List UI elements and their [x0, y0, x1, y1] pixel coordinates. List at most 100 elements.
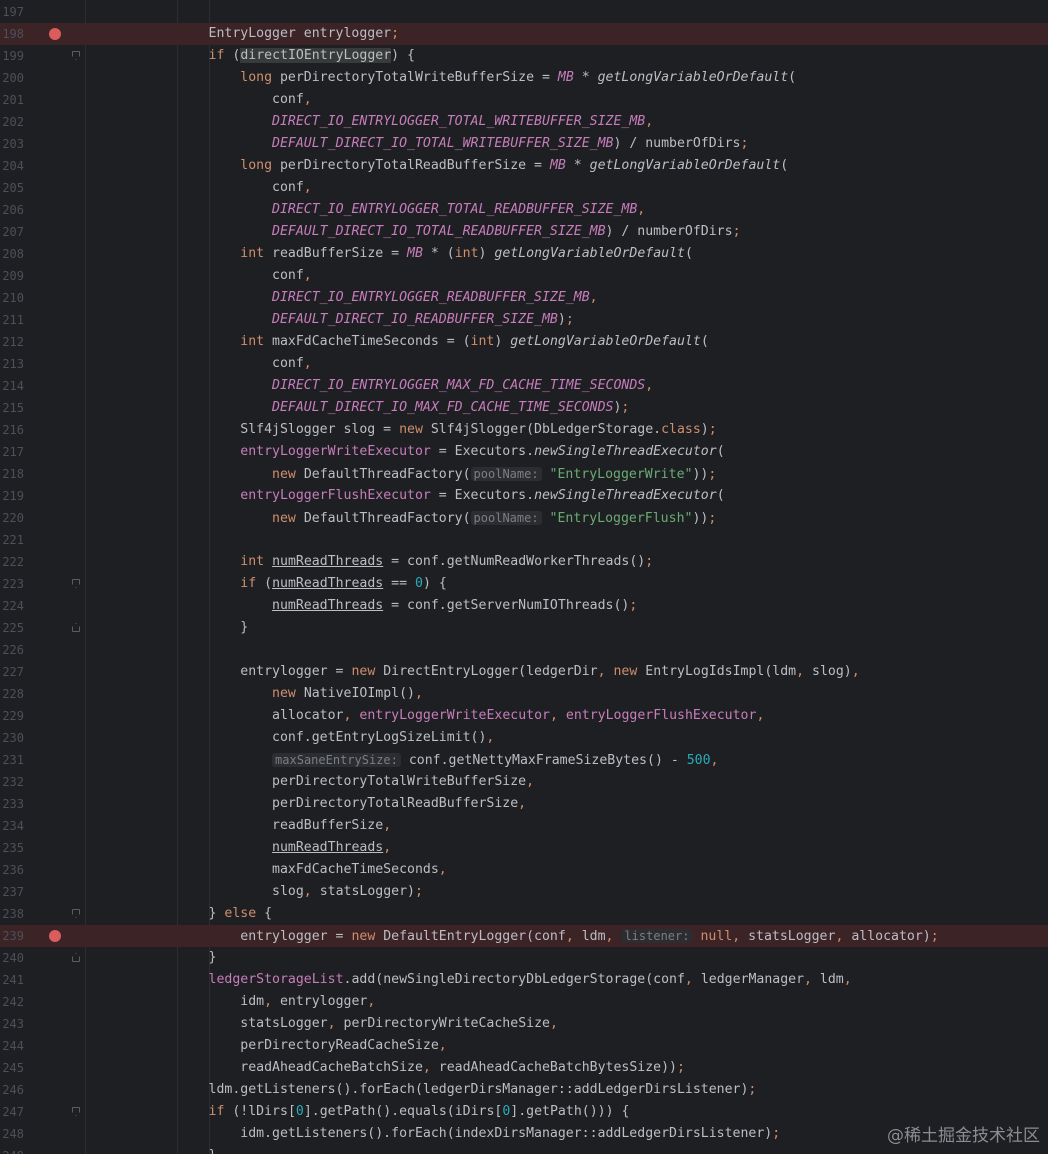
- code-line[interactable]: 198 EntryLogger entrylogger;: [0, 23, 1048, 45]
- code-line[interactable]: 239 entrylogger = new DefaultEntryLogger…: [0, 925, 1048, 947]
- code-text[interactable]: entrylogger = new DirectEntryLogger(ledg…: [145, 661, 859, 683]
- code-line[interactable]: 225 }: [0, 617, 1048, 639]
- code-text[interactable]: DEFAULT_DIRECT_IO_TOTAL_READBUFFER_SIZE_…: [145, 221, 740, 243]
- code-line[interactable]: 236 maxFdCacheTimeSeconds,: [0, 859, 1048, 881]
- line-number[interactable]: 249: [0, 1145, 24, 1154]
- code-text[interactable]: DIRECT_IO_ENTRYLOGGER_TOTAL_WRITEBUFFER_…: [145, 111, 653, 133]
- line-number[interactable]: 230: [0, 727, 24, 749]
- code-line[interactable]: 215 DEFAULT_DIRECT_IO_MAX_FD_CACHE_TIME_…: [0, 397, 1048, 419]
- line-number[interactable]: 243: [0, 1013, 24, 1035]
- line-number[interactable]: 234: [0, 815, 24, 837]
- line-number[interactable]: 202: [0, 111, 24, 133]
- line-number[interactable]: 199: [0, 45, 24, 67]
- line-number[interactable]: 241: [0, 969, 24, 991]
- code-line[interactable]: 230 conf.getEntryLogSizeLimit(),: [0, 727, 1048, 749]
- code-line[interactable]: 204 long perDirectoryTotalReadBufferSize…: [0, 155, 1048, 177]
- line-number[interactable]: 220: [0, 507, 24, 529]
- code-text[interactable]: perDirectoryTotalReadBufferSize,: [145, 793, 526, 815]
- code-text[interactable]: slog, statsLogger);: [145, 881, 423, 903]
- code-line[interactable]: 242 idm, entrylogger,: [0, 991, 1048, 1013]
- code-line[interactable]: 206 DIRECT_IO_ENTRYLOGGER_TOTAL_READBUFF…: [0, 199, 1048, 221]
- line-number[interactable]: 201: [0, 89, 24, 111]
- code-text[interactable]: }: [145, 1145, 217, 1154]
- code-line[interactable]: 207 DEFAULT_DIRECT_IO_TOTAL_READBUFFER_S…: [0, 221, 1048, 243]
- line-number[interactable]: 239: [0, 925, 24, 947]
- code-line[interactable]: 208 int readBufferSize = MB * (int) getL…: [0, 243, 1048, 265]
- line-number[interactable]: 240: [0, 947, 24, 969]
- code-line[interactable]: 201 conf,: [0, 89, 1048, 111]
- code-text[interactable]: numReadThreads,: [145, 837, 391, 859]
- code-text[interactable]: numReadThreads = conf.getServerNumIOThre…: [145, 595, 637, 617]
- code-text[interactable]: if (!lDirs[0].getPath().equals(iDirs[0].…: [145, 1101, 630, 1123]
- line-number[interactable]: 214: [0, 375, 24, 397]
- code-text[interactable]: new DefaultThreadFactory(poolName: "Entr…: [145, 463, 716, 485]
- code-text[interactable]: statsLogger, perDirectoryWriteCacheSize,: [145, 1013, 558, 1035]
- code-text[interactable]: allocator, entryLoggerWriteExecutor, ent…: [145, 705, 764, 727]
- line-number[interactable]: 247: [0, 1101, 24, 1123]
- code-text[interactable]: int numReadThreads = conf.getNumReadWork…: [145, 551, 653, 573]
- code-line[interactable]: 226: [0, 639, 1048, 661]
- line-number[interactable]: 206: [0, 199, 24, 221]
- code-text[interactable]: perDirectoryReadCacheSize,: [145, 1035, 446, 1057]
- code-line[interactable]: 231 maxSaneEntrySize: conf.getNettyMaxFr…: [0, 749, 1048, 771]
- code-text[interactable]: DIRECT_IO_ENTRYLOGGER_MAX_FD_CACHE_TIME_…: [145, 375, 653, 397]
- code-text[interactable]: EntryLogger entrylogger;: [145, 23, 400, 45]
- line-number[interactable]: 242: [0, 991, 24, 1013]
- line-number[interactable]: 223: [0, 573, 24, 595]
- code-line[interactable]: 240 }: [0, 947, 1048, 969]
- code-text[interactable]: if (numReadThreads == 0) {: [145, 573, 446, 595]
- code-line[interactable]: 249 }: [0, 1145, 1048, 1154]
- code-line[interactable]: 233 perDirectoryTotalReadBufferSize,: [0, 793, 1048, 815]
- line-number[interactable]: 228: [0, 683, 24, 705]
- code-text[interactable]: idm, entrylogger,: [145, 991, 375, 1013]
- code-text[interactable]: entryLoggerWriteExecutor = Executors.new…: [145, 441, 724, 463]
- code-line[interactable]: 199 if (directIOEntryLogger) {: [0, 45, 1048, 67]
- code-line[interactable]: 211 DEFAULT_DIRECT_IO_READBUFFER_SIZE_MB…: [0, 309, 1048, 331]
- line-number[interactable]: 218: [0, 463, 24, 485]
- code-text[interactable]: new NativeIOImpl(),: [145, 683, 423, 705]
- line-number[interactable]: 210: [0, 287, 24, 309]
- code-line[interactable]: 197: [0, 1, 1048, 23]
- code-text[interactable]: maxSaneEntrySize: conf.getNettyMaxFrameS…: [145, 749, 718, 771]
- line-number[interactable]: 224: [0, 595, 24, 617]
- code-line[interactable]: 237 slog, statsLogger);: [0, 881, 1048, 903]
- line-number[interactable]: 244: [0, 1035, 24, 1057]
- line-number[interactable]: 237: [0, 881, 24, 903]
- code-text[interactable]: ledgerStorageList.add(newSingleDirectory…: [145, 969, 852, 991]
- line-number[interactable]: 219: [0, 485, 24, 507]
- breakpoint-icon[interactable]: [49, 930, 61, 942]
- code-text[interactable]: readBufferSize,: [145, 815, 391, 837]
- line-number[interactable]: 208: [0, 243, 24, 265]
- line-number[interactable]: 207: [0, 221, 24, 243]
- code-text[interactable]: DEFAULT_DIRECT_IO_READBUFFER_SIZE_MB);: [145, 309, 574, 331]
- code-text[interactable]: perDirectoryTotalWriteBufferSize,: [145, 771, 534, 793]
- code-text[interactable]: } else {: [145, 903, 273, 925]
- code-line[interactable]: 210 DIRECT_IO_ENTRYLOGGER_READBUFFER_SIZ…: [0, 287, 1048, 309]
- code-line[interactable]: 228 new NativeIOImpl(),: [0, 683, 1048, 705]
- code-line[interactable]: 238 } else {: [0, 903, 1048, 925]
- line-number[interactable]: 226: [0, 639, 24, 661]
- code-text[interactable]: int maxFdCacheTimeSeconds = (int) getLon…: [145, 331, 709, 353]
- code-line[interactable]: 217 entryLoggerWriteExecutor = Executors…: [0, 441, 1048, 463]
- code-line[interactable]: 243 statsLogger, perDirectoryWriteCacheS…: [0, 1013, 1048, 1035]
- code-text[interactable]: entryLoggerFlushExecutor = Executors.new…: [145, 485, 724, 507]
- line-number[interactable]: 232: [0, 771, 24, 793]
- code-line[interactable]: 245 readAheadCacheBatchSize, readAheadCa…: [0, 1057, 1048, 1079]
- code-text[interactable]: DIRECT_IO_ENTRYLOGGER_TOTAL_READBUFFER_S…: [145, 199, 645, 221]
- code-line[interactable]: 244 perDirectoryReadCacheSize,: [0, 1035, 1048, 1057]
- code-text[interactable]: conf,: [145, 353, 312, 375]
- code-text[interactable]: }: [145, 947, 217, 969]
- code-text[interactable]: }: [145, 617, 248, 639]
- code-text[interactable]: conf,: [145, 265, 312, 287]
- code-line[interactable]: 220 new DefaultThreadFactory(poolName: "…: [0, 507, 1048, 529]
- code-text[interactable]: maxFdCacheTimeSeconds,: [145, 859, 447, 881]
- code-line[interactable]: 219 entryLoggerFlushExecutor = Executors…: [0, 485, 1048, 507]
- code-line[interactable]: 214 DIRECT_IO_ENTRYLOGGER_MAX_FD_CACHE_T…: [0, 375, 1048, 397]
- fold-open-icon[interactable]: [72, 579, 80, 588]
- line-number[interactable]: 200: [0, 67, 24, 89]
- code-text[interactable]: conf,: [145, 89, 312, 111]
- code-text[interactable]: long perDirectoryTotalWriteBufferSize = …: [145, 67, 796, 89]
- fold-open-icon[interactable]: [72, 51, 80, 60]
- code-text[interactable]: ldm.getListeners().forEach(ledgerDirsMan…: [145, 1079, 757, 1101]
- code-line[interactable]: 241 ledgerStorageList.add(newSingleDirec…: [0, 969, 1048, 991]
